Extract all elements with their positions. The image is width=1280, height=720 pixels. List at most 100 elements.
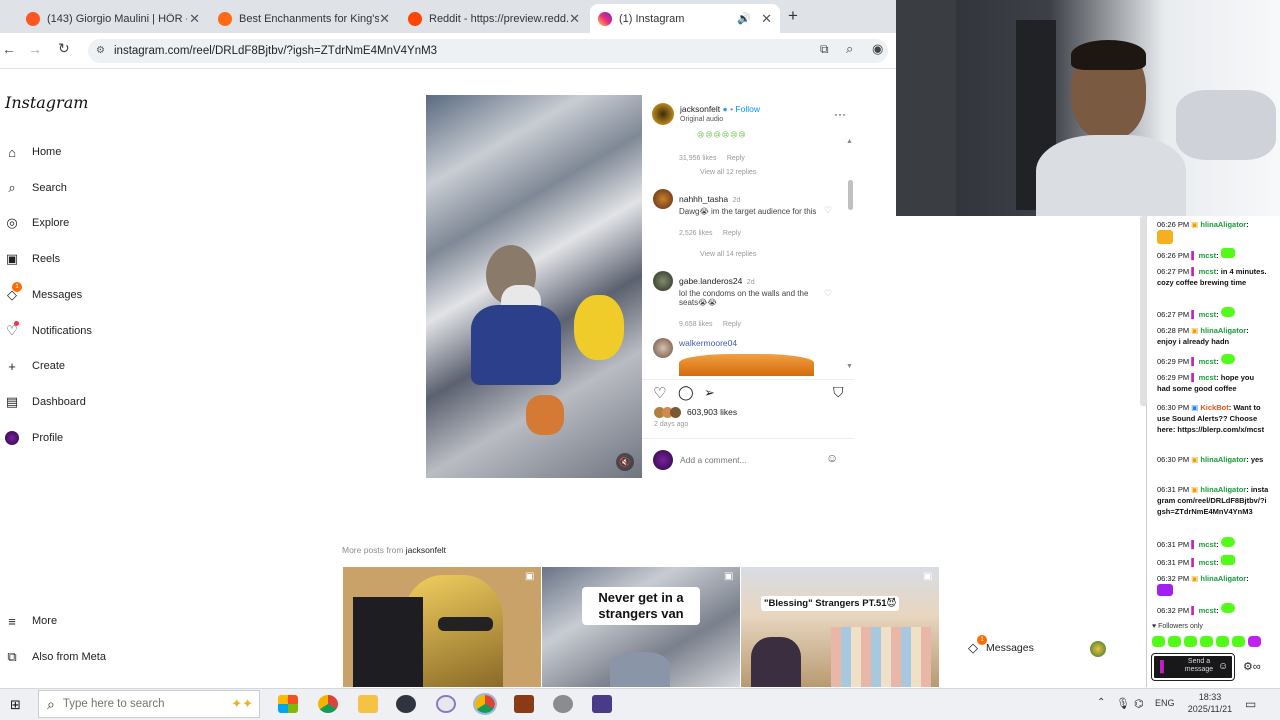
comment-icon[interactable]: ◯	[678, 384, 694, 401]
like-comment-icon[interactable]: ♡	[824, 288, 832, 299]
close-tab-icon[interactable]: ✕	[569, 11, 580, 27]
forward-icon[interactable]: →	[28, 41, 42, 57]
author-avatar[interactable]	[652, 103, 674, 125]
chat-username[interactable]: mcst	[1199, 373, 1217, 382]
emoji-picker-icon[interactable]: ☺	[826, 451, 838, 465]
tab-youtube[interactable]: (143) Giorgio Maulini | HÖR - N ✕	[18, 4, 208, 33]
chat-username[interactable]: mcst	[1199, 540, 1217, 549]
clock[interactable]: 18:33 2025/11/21	[1182, 691, 1238, 715]
url-bar[interactable]: ⚙ instagram.com/reel/DRLdF8Bjtbv/?igsh=Z…	[88, 39, 888, 63]
post-thumbnail[interactable]: Never get in a strangers van ▣	[542, 567, 740, 687]
like-comment-icon[interactable]: ♡	[824, 205, 832, 216]
emote-icon[interactable]	[1152, 636, 1165, 647]
network-icon[interactable]: ⌬	[1134, 697, 1144, 710]
nav-more[interactable]: ≡ More	[4, 610, 57, 632]
nav-reels[interactable]: ▣ Reels	[4, 248, 60, 270]
chat-username[interactable]: hlinaAligator	[1200, 326, 1246, 335]
view-replies-link[interactable]: View all 14 replies	[700, 251, 756, 258]
back-icon[interactable]: ←	[2, 41, 16, 57]
scroll-up-icon[interactable]: ▲	[846, 138, 853, 145]
copilot-app-icon[interactable]	[278, 695, 298, 713]
close-tab-icon[interactable]: ✕	[761, 11, 772, 27]
chat-username[interactable]: KickBot	[1200, 403, 1228, 412]
mute-icon[interactable]: 🔇	[616, 453, 634, 471]
audio-label[interactable]: Original audio	[680, 116, 723, 123]
share-icon[interactable]: ➢	[704, 385, 715, 401]
windows-start-icon[interactable]: ⊞	[10, 697, 21, 713]
tracking-hidden-icon[interactable]: ◉	[872, 41, 883, 57]
emoji-icon[interactable]: ☺	[1218, 661, 1228, 672]
game-app-icon[interactable]	[514, 695, 534, 713]
emote-icon[interactable]	[1216, 636, 1229, 647]
nav-search[interactable]: ⌕ Search	[4, 177, 67, 199]
like-icon[interactable]: ♡	[653, 384, 666, 402]
chat-username[interactable]: mcst	[1199, 310, 1217, 319]
more-posts-username[interactable]: jacksonfelt	[406, 545, 446, 555]
emote-icon[interactable]	[1248, 636, 1261, 647]
save-bookmark-icon[interactable]: ⛉	[833, 384, 844, 401]
app-icon[interactable]	[436, 695, 456, 713]
chat-username[interactable]: mcst	[1199, 251, 1217, 260]
nav-also-from-meta[interactable]: ⧉ Also from Meta	[4, 646, 106, 668]
reply-link[interactable]: Reply	[727, 155, 745, 162]
comment-username[interactable]: gabe.landeros24	[679, 276, 742, 286]
chrome-active-app-icon[interactable]	[473, 693, 497, 715]
chat-username[interactable]: mcst	[1199, 357, 1217, 366]
chat-username[interactable]: hlinaAligator	[1200, 485, 1246, 494]
chat-username[interactable]: hlinaAligator	[1200, 455, 1246, 464]
site-settings-icon[interactable]: ⚙	[96, 39, 105, 63]
commenter-avatar[interactable]	[653, 271, 673, 291]
app-icon[interactable]	[592, 695, 612, 713]
author-username[interactable]: jacksonfelt	[680, 104, 720, 114]
new-tab-button[interactable]: +	[788, 6, 798, 26]
reload-icon[interactable]: ↻	[58, 40, 70, 57]
post-thumbnail[interactable]: "Blessing" Strangers PT.51😈 ▣	[741, 567, 939, 687]
messages-avatar[interactable]	[1090, 641, 1106, 657]
comment-username[interactable]: walkermoore04	[679, 338, 737, 348]
emote-icon[interactable]	[1184, 636, 1197, 647]
scroll-down-icon[interactable]: ▼	[846, 363, 853, 370]
nav-explore[interactable]: ◎ Explore	[4, 212, 69, 234]
tab-enchantments[interactable]: Best Enchanments for King's Ed ✕	[210, 4, 398, 33]
messages-floating-button[interactable]: ◇ 1 Messages	[968, 635, 1034, 656]
chat-settings-icon[interactable]: ⚙∞	[1243, 660, 1261, 673]
more-options-icon[interactable]: ···	[834, 107, 846, 121]
likes-count[interactable]: 603,903 likes	[687, 407, 737, 417]
post-thumbnail[interactable]: ▣	[343, 567, 541, 687]
comment-username[interactable]: nahhh_tasha	[679, 194, 728, 204]
emote-quickbar[interactable]	[1152, 636, 1261, 647]
chat-username[interactable]: mcst	[1199, 606, 1217, 615]
close-tab-icon[interactable]: ✕	[189, 11, 200, 27]
instagram-logo[interactable]: Instagram	[5, 93, 88, 112]
nav-create[interactable]: + Create	[4, 355, 65, 377]
nav-home[interactable]: ⌂ Home	[4, 141, 61, 163]
speaker-icon[interactable]: 🔊	[737, 12, 751, 25]
commenter-avatar[interactable]	[653, 189, 673, 209]
tab-reddit-preview[interactable]: Reddit - https://preview.redd.it ✕	[400, 4, 588, 33]
emote-icon[interactable]	[1232, 636, 1245, 647]
file-explorer-icon[interactable]	[358, 695, 378, 713]
language-indicator[interactable]: ENG	[1155, 698, 1175, 708]
chat-username[interactable]: mcst	[1199, 558, 1217, 567]
taskbar-search-input[interactable]	[62, 698, 193, 710]
emote-icon[interactable]	[1200, 636, 1213, 647]
close-tab-icon[interactable]: ✕	[379, 11, 390, 27]
install-app-icon[interactable]: ⧉	[820, 42, 829, 57]
app-icon[interactable]	[553, 695, 573, 713]
chat-username[interactable]: mcst	[1199, 267, 1217, 276]
notification-center-icon[interactable]: ▭	[1245, 697, 1256, 711]
chat-username[interactable]: hlinaAligator	[1200, 220, 1246, 229]
nav-notifications[interactable]: ♡ Notifications	[4, 320, 92, 342]
reel-video[interactable]: 🔇	[426, 95, 642, 478]
chat-username[interactable]: hlinaAligator	[1200, 574, 1246, 583]
nav-profile[interactable]: Profile	[4, 427, 63, 449]
chat-scrollbar[interactable]	[1140, 216, 1147, 406]
view-replies-link[interactable]: View all 12 replies	[700, 169, 756, 176]
commenter-avatar[interactable]	[653, 338, 673, 358]
microphone-icon[interactable]: 🎙	[1116, 697, 1130, 710]
taskbar-search[interactable]: ⌕ ✦✦	[38, 690, 260, 718]
nav-messages[interactable]: ◇ 1 Messages	[4, 282, 82, 306]
comments-scrollbar-thumb[interactable]	[848, 180, 853, 210]
chrome-app-icon[interactable]	[318, 695, 338, 713]
follow-button[interactable]: Follow	[735, 104, 760, 114]
